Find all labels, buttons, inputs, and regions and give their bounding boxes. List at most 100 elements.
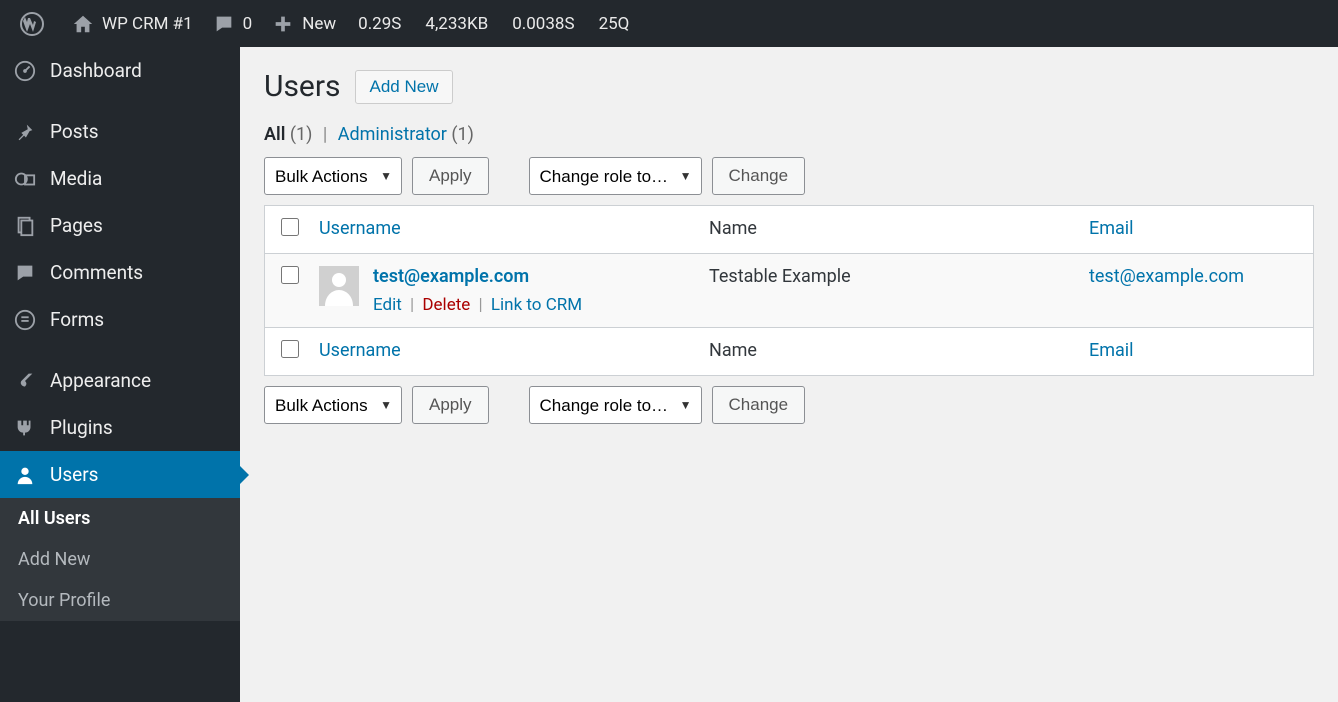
metric-time[interactable]: 0.29S [346,14,413,34]
action-sep: | [410,295,414,315]
row-action-delete[interactable]: Delete [422,295,470,315]
site-home[interactable]: WP CRM #1 [62,0,203,47]
new-content[interactable]: New [262,0,346,47]
gauge-icon [14,60,36,82]
sidebar-item-label: Dashboard [50,59,142,82]
sidebar-item-label: Media [50,167,102,190]
bulk-actions-select[interactable]: Bulk Actions [264,157,402,195]
user-main: test@example.com Edit | Delete | Link to… [373,266,582,315]
pin-icon [14,121,36,143]
metric-sql-time[interactable]: 0.0038S [500,14,586,34]
table-row: test@example.com Edit | Delete | Link to… [265,254,1314,328]
username-link[interactable]: test@example.com [373,266,529,287]
select-all-checkbox-bottom[interactable] [281,340,299,358]
col-email[interactable]: Email [1079,206,1314,254]
metric-queries[interactable]: 25Q [587,14,642,34]
sidebar-item-dashboard[interactable]: Dashboard [0,47,240,94]
table-header-row: Username Name Email [265,206,1314,254]
form-icon [14,309,36,331]
adminbar: WP CRM #1 0 New 0.29S 4,233KB 0.0038S 25… [0,0,1338,47]
user-icon [14,464,36,486]
sidebar-item-label: Users [50,463,98,486]
comments-count: 0 [243,14,253,34]
change-button[interactable]: Change [712,386,806,424]
bulk-actions-wrap: Bulk Actions [264,386,402,424]
sidebar-item-label: Comments [50,261,143,284]
apply-button[interactable]: Apply [412,386,489,424]
change-role-wrap: Change role to… [529,386,702,424]
col-name: Name [699,328,1079,376]
row-checkbox[interactable] [281,266,299,284]
row-action-edit[interactable]: Edit [373,295,402,315]
submenu-all-users[interactable]: All Users [0,498,240,539]
cell-email[interactable]: test@example.com [1089,266,1244,287]
media-icon [14,168,36,190]
plus-icon [272,13,294,35]
col-name: Name [699,206,1079,254]
sidebar-item-label: Plugins [50,416,113,439]
sidebar-item-appearance[interactable]: Appearance [0,357,240,404]
page-title: Users [264,69,341,104]
row-action-link-crm[interactable]: Link to CRM [491,295,582,315]
filter-sep: | [323,124,327,145]
filter-admin-count: (1) [451,124,474,145]
avatar-placeholder-icon [319,266,359,306]
user-cell: test@example.com Edit | Delete | Link to… [319,266,689,315]
avatar [319,266,359,306]
comment-icon [14,262,36,284]
sidebar-item-forms[interactable]: Forms [0,296,240,343]
main-content: Users Add New All (1) | Administrator (1… [240,47,1338,702]
plug-icon [14,417,36,439]
view-filters: All (1) | Administrator (1) [264,124,1314,145]
sidebar-divider [0,94,240,108]
sidebar-item-label: Appearance [50,369,151,392]
col-username[interactable]: Username [309,328,699,376]
sidebar-item-pages[interactable]: Pages [0,202,240,249]
submenu-add-new[interactable]: Add New [0,539,240,580]
sidebar-item-plugins[interactable]: Plugins [0,404,240,451]
bulk-actions-wrap: Bulk Actions [264,157,402,195]
action-sep: | [479,295,483,315]
users-table: Username Name Email test@example.com [264,205,1314,376]
sidebar-item-label: Pages [50,214,103,237]
admin-sidebar: Dashboard Posts Media Pages Comments For… [0,47,240,702]
wp-logo[interactable] [10,0,62,47]
cell-name: Testable Example [699,254,1079,328]
pages-icon [14,215,36,237]
wordpress-icon [20,12,44,36]
page-header: Users Add New [264,69,1314,104]
comments-link[interactable]: 0 [203,0,263,47]
filter-admin[interactable]: Administrator [338,124,447,145]
submenu-your-profile[interactable]: Your Profile [0,580,240,621]
sidebar-item-media[interactable]: Media [0,155,240,202]
sidebar-item-posts[interactable]: Posts [0,108,240,155]
metric-memory[interactable]: 4,233KB [413,14,500,34]
row-actions: Edit | Delete | Link to CRM [373,295,582,315]
tablenav-bottom: Bulk Actions Apply Change role to… Chang… [264,386,1314,424]
brush-icon [14,370,36,392]
users-submenu: All Users Add New Your Profile [0,498,240,621]
apply-button[interactable]: Apply [412,157,489,195]
col-username[interactable]: Username [309,206,699,254]
change-button[interactable]: Change [712,157,806,195]
new-label: New [302,14,336,34]
change-role-select[interactable]: Change role to… [529,386,702,424]
bulk-actions-select[interactable]: Bulk Actions [264,386,402,424]
sidebar-item-label: Posts [50,120,99,143]
home-icon [72,13,94,35]
sidebar-item-label: Forms [50,308,104,331]
tablenav-top: Bulk Actions Apply Change role to… Chang… [264,157,1314,195]
sidebar-divider [0,343,240,357]
sidebar-item-comments[interactable]: Comments [0,249,240,296]
site-name: WP CRM #1 [102,14,193,34]
comment-icon [213,13,235,35]
change-role-wrap: Change role to… [529,157,702,195]
table-footer-row: Username Name Email [265,328,1314,376]
col-email[interactable]: Email [1079,328,1314,376]
sidebar-item-users[interactable]: Users [0,451,240,498]
select-all-checkbox[interactable] [281,218,299,236]
filter-all[interactable]: All [264,124,285,145]
change-role-select[interactable]: Change role to… [529,157,702,195]
filter-all-count: (1) [290,124,313,145]
add-new-button[interactable]: Add New [355,70,454,104]
